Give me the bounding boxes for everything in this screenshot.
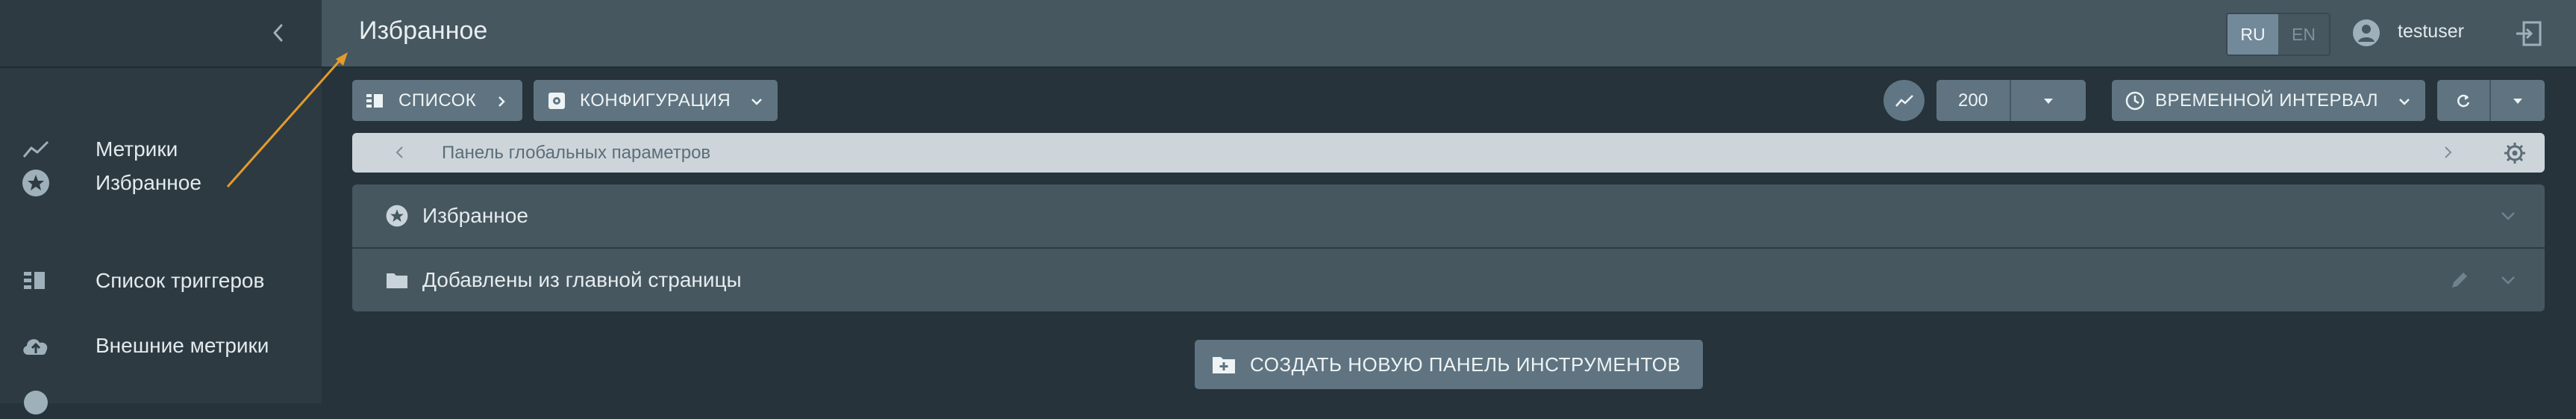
sidebar-item-partial[interactable] [0,385,322,415]
refresh-dropdown-button[interactable] [2491,80,2545,121]
list-icon [19,264,52,297]
chevron-right-icon[interactable] [2439,143,2457,161]
sidebar-item-label: Метрики [96,137,178,161]
refresh-icon [2457,94,2470,107]
page-title: Избранное [359,16,488,45]
cloud-upload-icon [19,329,52,362]
limit-value[interactable]: 200 [1936,80,2010,121]
list-button[interactable]: СПИСОК [352,80,522,121]
limit-selector: 200 [1936,80,2086,121]
chevron-down-icon [2397,93,2412,108]
configuration-button[interactable]: КОНФИГУРАЦИЯ [534,80,778,121]
sidebar-item-label: Внешние метрики [96,334,269,357]
dashboard-group-main-page[interactable]: Добавлены из главной страницы [352,249,2545,311]
sidebar: Метрики Избранное Список триггеров Внешн… [0,0,322,415]
clock-icon [2124,90,2146,112]
global-params-label: Панель глобальных параметров [442,143,711,163]
chevron-left-icon[interactable] [391,143,409,161]
sidebar-item-external-metrics[interactable]: Внешние метрики [0,323,322,368]
username[interactable]: testuser [2398,21,2464,43]
sidebar-item-favorites[interactable]: Избранное [0,161,322,205]
caret-down-icon [2513,98,2522,104]
chevron-left-icon [273,24,283,42]
top-header: Избранное RU EN testuser [322,0,2576,68]
refresh-control [2437,80,2545,121]
sidebar-item-triggers[interactable]: Список триггеров [0,258,322,303]
limit-dropdown-button[interactable] [2011,80,2086,121]
folder-icon [385,268,409,292]
sidebar-item-label: Список триггеров [96,269,265,292]
chevron-down-icon[interactable] [2498,270,2518,290]
star-circle-icon [19,167,52,199]
pencil-icon[interactable] [2449,270,2470,291]
chevron-right-icon [494,93,509,108]
list-icon [364,90,387,112]
gear-icon[interactable] [2503,141,2527,165]
logout-icon[interactable] [2513,18,2545,49]
language-en-button[interactable]: EN [2278,14,2329,55]
sidebar-item-label: Избранное [96,171,201,194]
configuration-button-label: КОНФИГУРАЦИЯ [580,90,731,111]
settings-box-icon [545,90,568,112]
time-interval-button[interactable]: ВРЕМЕННОЙ ИНТЕРВАЛ [2112,80,2425,121]
folder-plus-icon [1211,352,1237,377]
chevron-down-icon[interactable] [2498,206,2518,226]
line-chart-icon [1895,94,1913,107]
sidebar-header [0,0,322,68]
caret-down-icon [2044,98,2053,104]
chevron-down-icon [749,93,764,108]
dashboard-group-favorites[interactable]: Избранное [352,184,2545,247]
user-avatar-icon[interactable] [2351,18,2381,48]
group-title: Избранное [422,204,528,227]
global-params-panel: Панель глобальных параметров [352,133,2545,173]
language-switcher: RU EN [2226,13,2330,56]
list-button-label: СПИСОК [398,90,477,111]
collapse-sidebar-button[interactable] [265,18,292,48]
star-circle-icon [385,204,409,228]
circle-icon [19,386,52,419]
language-ru-button[interactable]: RU [2228,14,2278,55]
create-dashboard-button[interactable]: СОЗДАТЬ НОВУЮ ПАНЕЛЬ ИНСТРУМЕНТОВ [1195,340,1703,389]
group-title: Добавлены из главной страницы [422,268,742,291]
time-interval-label: ВРЕМЕННОЙ ИНТЕРВАЛ [2155,90,2379,111]
refresh-button[interactable] [2437,80,2489,121]
chart-mode-button[interactable] [1883,80,1925,121]
create-dashboard-label: СОЗДАТЬ НОВУЮ ПАНЕЛЬ ИНСТРУМЕНТОВ [1250,353,1681,376]
